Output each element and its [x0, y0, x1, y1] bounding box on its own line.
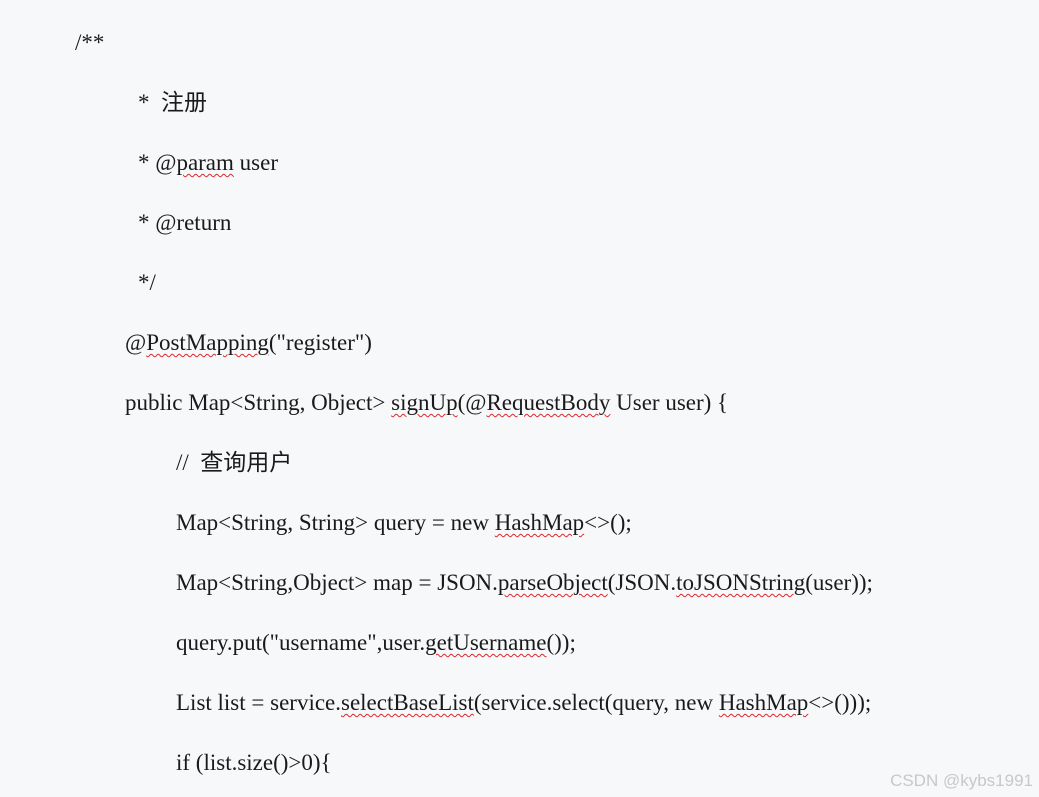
spellcheck-flagged-word: signUp — [391, 390, 458, 415]
code-line: if (list.size()>0){ — [176, 749, 332, 777]
code-line: Map<String,Object> map = JSON.parseObjec… — [176, 569, 873, 597]
spellcheck-flagged-word: parseObject — [497, 570, 608, 595]
spellcheck-flagged-word: HashMap — [718, 690, 809, 715]
spellcheck-flagged-word: param — [176, 150, 234, 175]
code-line: // 查询用户 — [176, 449, 292, 477]
code-line: @PostMapping("register") — [125, 329, 372, 357]
code-text: // 查询用户 — [176, 450, 293, 475]
code-text: query.put("username",user. — [176, 630, 426, 655]
code-text: List list = service. — [176, 690, 341, 715]
watermark: CSDN @kybs1991 — [890, 771, 1033, 790]
code-text: User user) { — [610, 390, 729, 415]
code-text: @ — [125, 330, 147, 355]
spellcheck-flagged-word: PostMapping — [146, 330, 269, 355]
code-line: query.put("username",user.getUsername())… — [176, 629, 576, 657]
code-text: (user)); — [805, 570, 873, 595]
code-text: * @ — [138, 150, 177, 175]
code-document: /** * 注册 * @param user * @return */ @Pos… — [0, 0, 1039, 797]
spellcheck-flagged-word: getUsername — [425, 630, 547, 655]
code-text: (@ — [457, 390, 487, 415]
code-text: (service.select(query, new — [473, 690, 719, 715]
code-text: Map<String,Object> map = JSON. — [176, 570, 498, 595]
code-text: public Map<String, Object> — [125, 390, 392, 415]
code-text: user — [233, 150, 278, 175]
code-text: Map<String, String> query = new — [176, 510, 495, 535]
code-text: <>())); — [808, 690, 872, 715]
spellcheck-flagged-word: HashMap — [494, 510, 585, 535]
code-text: if (list.size()>0){ — [176, 750, 332, 775]
spellcheck-flagged-word: toJSONString — [676, 570, 806, 595]
code-line: Map<String, String> query = new HashMap<… — [176, 509, 632, 537]
code-line: */ — [138, 269, 156, 297]
code-text: <>(); — [584, 510, 632, 535]
code-text: */ — [138, 270, 156, 295]
code-line: * 注册 — [138, 89, 207, 117]
code-text: /** — [75, 30, 105, 55]
code-text: (JSON. — [607, 570, 677, 595]
code-text: * @return — [138, 210, 232, 235]
code-line: /** — [75, 29, 104, 57]
code-line: * @return — [138, 209, 231, 237]
code-text: ()); — [546, 630, 576, 655]
code-line: * @param user — [138, 149, 278, 177]
code-text: * 注册 — [138, 90, 207, 115]
spellcheck-flagged-word: selectBaseList — [341, 690, 474, 715]
spellcheck-flagged-word: RequestBody — [486, 390, 611, 415]
code-line: List list = service.selectBaseList(servi… — [176, 689, 871, 717]
code-text: ("register") — [268, 330, 372, 355]
code-line: public Map<String, Object> signUp(@Reque… — [125, 389, 728, 417]
